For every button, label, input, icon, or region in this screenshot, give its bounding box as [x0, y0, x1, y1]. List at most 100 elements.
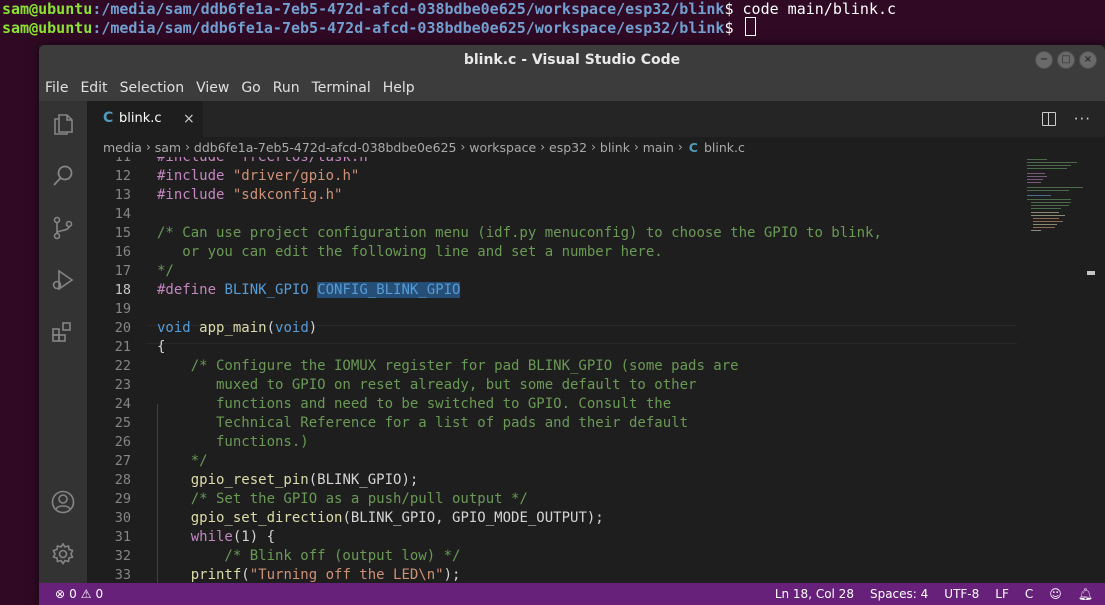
encoding[interactable]: UTF-8 [944, 583, 979, 605]
search-icon[interactable] [50, 163, 76, 189]
line-number: 19 [114, 301, 131, 317]
minimize-button[interactable]: − [1035, 51, 1053, 69]
breadcrumb-item[interactable]: main [643, 140, 674, 155]
line-number: 14 [114, 206, 131, 222]
line-number: 30 [114, 510, 131, 526]
breadcrumb-item[interactable]: workspace [469, 140, 536, 155]
line-number: 27 [114, 453, 131, 469]
code-text: #include "sdkconfig.h" [157, 186, 342, 205]
line-number: 24 [114, 396, 131, 412]
minimap[interactable] [1027, 157, 1087, 257]
close-button[interactable]: × [1079, 51, 1097, 69]
code-editor[interactable]: 11 #include "freertos/task.h" 12 #include … [87, 157, 1105, 583]
code-text: /* Set the GPIO as a push/pull output */ [157, 491, 528, 507]
source-control-icon[interactable] [50, 215, 76, 241]
window-controls: − □ × [1035, 51, 1097, 69]
minimap-line [1027, 195, 1051, 196]
breadcrumb-separator-icon: › [591, 140, 596, 154]
terminal-path: :/media/sam/ddb6fe1a-7eb5-472d-afcd-038b… [92, 0, 725, 18]
maximize-button[interactable]: □ [1057, 51, 1075, 69]
minimap-line [1027, 165, 1071, 166]
menu-selection[interactable]: Selection [114, 75, 191, 101]
code-line: 11 #include "freertos/task.h" [87, 157, 1017, 167]
code-line: 32 /* Blink off (output low) */ [87, 547, 1017, 566]
split-editor-icon[interactable] [1041, 112, 1056, 126]
code-text: functions and need to be switched to GPI… [157, 396, 672, 412]
breadcrumb-item[interactable]: sam [155, 140, 181, 155]
code-text: { [157, 339, 166, 355]
line-number: 29 [114, 491, 131, 507]
breadcrumb: media › sam › ddb6fe1a-7eb5-472d-afcd-038b… [87, 137, 1105, 157]
menu-terminal[interactable]: Terminal [306, 75, 377, 101]
code-token: ( [241, 567, 250, 583]
code-line: 30 gpio_set_direction(BLINK_GPIO, GPIO_M… [87, 509, 1017, 528]
more-actions-icon[interactable]: ··· [1074, 110, 1091, 128]
end-of-line[interactable]: LF [995, 583, 1009, 605]
activity-bar [39, 101, 87, 583]
menu-file[interactable]: File [39, 75, 74, 101]
line-number: 15 [114, 225, 131, 241]
line-number: 13 [114, 187, 131, 203]
code-token: #include [157, 168, 225, 184]
error-icon: ⊗ [55, 587, 66, 601]
settings-gear-icon[interactable] [50, 541, 76, 567]
notifications-bell-icon[interactable]: 🔔︎ [1078, 583, 1093, 605]
line-number: 18 [114, 282, 131, 298]
vertical-scrollbar[interactable] [1091, 157, 1105, 583]
code-text: or you can edit the following line and s… [157, 244, 663, 260]
code-token: BLINK_GPIO [224, 282, 309, 298]
code-line: 28 gpio_reset_pin(BLINK_GPIO); [87, 471, 1017, 490]
breadcrumb-item[interactable]: ddb6fe1a-7eb5-472d-afcd-038bdbe0e625 [194, 140, 457, 155]
code-line: 26 functions.) [87, 433, 1017, 452]
menu-edit[interactable]: Edit [74, 75, 113, 101]
feedback-icon[interactable]: ☺ [1049, 583, 1062, 605]
minimap-line [1027, 168, 1067, 169]
menu-help[interactable]: Help [377, 75, 421, 101]
breadcrumb-file[interactable]: blink.c [704, 140, 745, 155]
account-icon[interactable] [50, 489, 76, 515]
code-token: printf [190, 567, 242, 583]
run-debug-icon[interactable] [50, 267, 76, 293]
breadcrumb-item[interactable]: esp32 [549, 140, 587, 155]
menu-view[interactable]: View [190, 75, 235, 101]
minimap-line [1033, 227, 1055, 228]
tab-blink-c[interactable]: C blink.c × [87, 101, 203, 137]
line-number: 25 [114, 415, 131, 431]
menu-bar: File Edit Selection View Go Run Terminal… [39, 75, 1105, 101]
code-token: void [275, 320, 309, 336]
breadcrumb-item[interactable]: media [103, 140, 142, 155]
warning-count: 0 [95, 587, 104, 601]
minimap-line [1027, 190, 1069, 191]
language-mode[interactable]: C [1025, 583, 1033, 605]
menu-go[interactable]: Go [235, 75, 266, 101]
minimap-line [1031, 215, 1065, 216]
code-text: functions.) [157, 434, 309, 450]
code-token: "driver/gpio.h" [232, 168, 360, 184]
line-number: 28 [114, 472, 131, 488]
code-text: muxed to GPIO on reset already, but some… [157, 377, 697, 393]
code-token: void [157, 320, 191, 336]
title-bar[interactable]: blink.c - Visual Studio Code − □ × [39, 45, 1105, 75]
code-line: 18 #define BLINK_GPIO CONFIG_BLINK_GPIO [87, 281, 1017, 300]
code-token: while [190, 529, 233, 545]
extensions-icon[interactable] [50, 319, 76, 345]
tab-close-icon[interactable]: × [183, 101, 195, 137]
explorer-icon[interactable] [50, 111, 76, 137]
status-problems[interactable]: ⊗ 0 ⚠ 0 [55, 583, 103, 605]
code-token: ) [308, 320, 318, 336]
line-number: 32 [114, 548, 131, 564]
line-number: 26 [114, 434, 131, 450]
breadcrumb-item[interactable]: blink [600, 140, 630, 155]
code-line: 31 while(1) { [87, 528, 1017, 547]
terminal-prompt: $ [724, 19, 743, 37]
menu-run[interactable]: Run [267, 75, 306, 101]
code-line: 14 [87, 205, 1017, 224]
code-text: #define BLINK_GPIO CONFIG_BLINK_GPIO [157, 281, 461, 300]
cursor-position[interactable]: Ln 18, Col 28 [775, 583, 854, 605]
indentation[interactable]: Spaces: 4 [870, 583, 928, 605]
code-token: ); [443, 567, 461, 583]
